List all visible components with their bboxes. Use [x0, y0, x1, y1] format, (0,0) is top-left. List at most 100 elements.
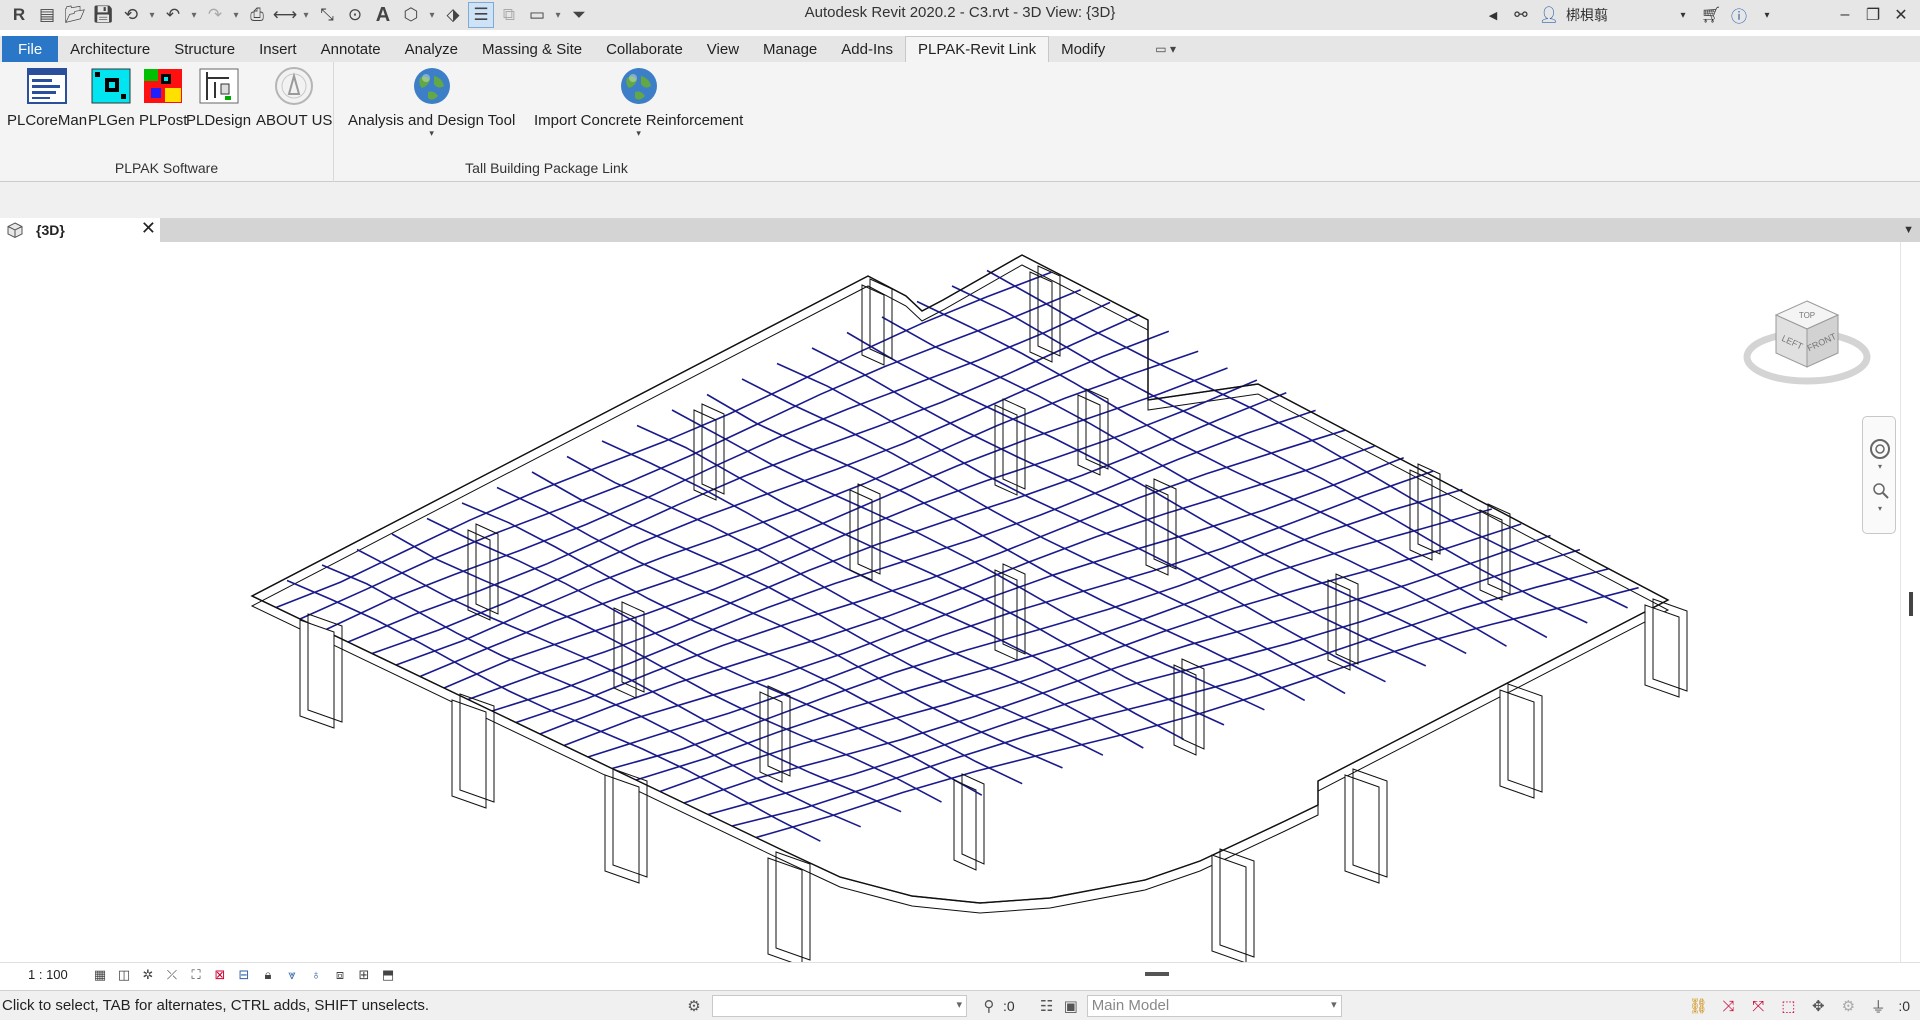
tab-file[interactable]: File — [2, 36, 59, 62]
sun-path-icon[interactable]: ✲ — [138, 966, 158, 984]
text-icon[interactable]: A — [370, 2, 396, 28]
horizontal-scroll-thumb[interactable] — [1145, 972, 1169, 976]
zoom-icon[interactable] — [1873, 483, 1889, 499]
lock-view-icon[interactable]: 🔒︎ — [258, 966, 278, 984]
plpost-button[interactable]: PLPost — [139, 66, 187, 129]
highlight-displacement-icon[interactable]: ⬒ — [378, 966, 398, 984]
infocenter-arrow-icon[interactable]: ◀ — [1482, 2, 1504, 28]
detail-level-icon[interactable]: ▦ — [90, 966, 110, 984]
import-concrete-reinforcement-button[interactable]: Import Concrete Reinforcement ▾ — [534, 66, 743, 138]
dimension-icon[interactable]: ⤡ — [314, 2, 340, 28]
section-icon[interactable]: ⬗ — [440, 2, 466, 28]
print-icon[interactable]: ⎙ — [244, 2, 270, 28]
tab-analyze[interactable]: Analyze — [393, 36, 470, 62]
home-icon[interactable]: ▤ — [34, 2, 60, 28]
user-name[interactable]: 梆梖翦 — [1566, 5, 1666, 25]
steering-wheel-icon[interactable] — [1870, 439, 1890, 459]
select-pinned-icon[interactable]: ⤧ — [1746, 995, 1770, 1017]
design-options-icon[interactable]: ☷ — [1035, 995, 1059, 1017]
tab-add-ins[interactable]: Add-Ins — [829, 36, 905, 62]
vertical-scrollbar[interactable] — [1900, 242, 1920, 962]
visual-style-icon[interactable]: ◫ — [114, 966, 134, 984]
minimize-icon[interactable]: – — [1834, 2, 1856, 28]
switch-windows-dropdown-icon[interactable]: ▾ — [552, 2, 564, 28]
analytical-model-icon[interactable]: ⊞ — [354, 966, 374, 984]
help-dropdown-icon[interactable]: ▾ — [1756, 2, 1778, 28]
select-by-face-icon[interactable]: ⬚ — [1776, 995, 1800, 1017]
tab-plpak-revit-link[interactable]: PLPAK-Revit Link — [904, 36, 1050, 62]
workset-dropdown-icon[interactable]: ▾ — [956, 998, 962, 1011]
ribbon-display-toggle-icon[interactable]: ▭ ▾ — [1117, 36, 1188, 62]
import-concrete-reinforcement-dropdown-icon[interactable]: ▾ — [636, 129, 641, 138]
design-option-dropdown-icon[interactable]: ▾ — [1331, 998, 1337, 1011]
switch-windows-icon[interactable]: ▭ — [524, 2, 550, 28]
viewcube[interactable]: TOP LEFT FRONT — [1740, 295, 1874, 405]
tag-icon[interactable]: ⊙ — [342, 2, 368, 28]
vertical-scroll-thumb[interactable] — [1909, 592, 1913, 616]
tab-collaborate[interactable]: Collaborate — [594, 36, 695, 62]
crop-view-icon[interactable]: ⊠ — [210, 966, 230, 984]
close-window-icon[interactable]: ✕ — [1890, 2, 1912, 28]
open-icon[interactable]: 📂︎ — [62, 2, 88, 28]
globe-icon — [412, 66, 452, 106]
select-links-icon[interactable]: ⛓ — [1686, 995, 1710, 1017]
undo-icon[interactable]: ↶ — [160, 2, 186, 28]
revit-logo[interactable]: R — [6, 2, 32, 28]
tab-structure[interactable]: Structure — [162, 36, 247, 62]
3d-model-view[interactable] — [0, 242, 1900, 962]
redo-dropdown-icon[interactable]: ▾ — [230, 2, 242, 28]
user-icon[interactable]: 👤︎ — [1538, 2, 1560, 28]
view-tabs-menu-icon[interactable]: ▼ — [1903, 224, 1914, 236]
editable-only-icon[interactable]: ⚲ — [977, 995, 1001, 1017]
select-underlay-icon[interactable]: ⤨ — [1716, 995, 1740, 1017]
tab-manage[interactable]: Manage — [751, 36, 829, 62]
panel-tall-building-package-link: Analysis and Design Tool ▾ Import Concre… — [334, 62, 759, 182]
filter-icon[interactable]: ⏚ — [1866, 995, 1890, 1017]
tab-annotate[interactable]: Annotate — [309, 36, 393, 62]
workset-selector[interactable]: ▾ — [712, 994, 967, 1017]
worksets-icon[interactable]: ⚙ — [682, 995, 706, 1017]
save-icon[interactable]: 💾︎ — [90, 2, 116, 28]
binoculars-icon[interactable]: ⚯ — [1510, 2, 1532, 28]
tab-insert[interactable]: Insert — [247, 36, 309, 62]
pldesign-button[interactable]: PLDesign — [186, 66, 251, 129]
analysis-design-tool-button[interactable]: Analysis and Design Tool ▾ — [348, 66, 515, 138]
user-dropdown-icon[interactable]: ▾ — [1672, 2, 1694, 28]
measure-dropdown-icon[interactable]: ▾ — [300, 2, 312, 28]
drawing-canvas[interactable] — [0, 242, 1900, 962]
analysis-design-tool-dropdown-icon[interactable]: ▾ — [429, 129, 434, 138]
tab-modify[interactable]: Modify — [1049, 36, 1117, 62]
close-hidden-icon[interactable]: ⧉ — [496, 2, 522, 28]
help-icon[interactable]: ⓘ — [1728, 2, 1750, 28]
render-icon[interactable]: ⛶ — [186, 966, 206, 984]
plgen-button[interactable]: PLGen — [88, 66, 135, 129]
view-scale[interactable]: 1 : 100 — [28, 967, 90, 982]
cart-icon[interactable]: 🛒︎ — [1700, 2, 1722, 28]
measure-icon[interactable]: ⟷ — [272, 2, 298, 28]
reveal-hidden-icon[interactable]: ♁ — [306, 966, 326, 984]
restore-icon[interactable]: ❐ — [1862, 2, 1884, 28]
sync-dropdown-icon[interactable]: ▾ — [146, 2, 158, 28]
drag-elements-icon[interactable]: ✥ — [1806, 995, 1830, 1017]
close-view-icon[interactable]: ✕ — [141, 218, 156, 239]
tab-view[interactable]: View — [695, 36, 751, 62]
about-us-button[interactable]: ABOUT US — [256, 66, 332, 129]
thin-lines-icon[interactable]: ☰ — [468, 2, 494, 28]
design-option-active-icon[interactable]: ▣ — [1059, 995, 1083, 1017]
tab-massing-site[interactable]: Massing & Site — [470, 36, 594, 62]
3d-view-icon[interactable]: ⬡ — [398, 2, 424, 28]
design-option-selector[interactable]: Main Model ▾ — [1086, 994, 1342, 1017]
temporary-hide-icon[interactable]: ⩔ — [282, 966, 302, 984]
view-tab-3d[interactable]: {3D} ✕ — [0, 218, 160, 242]
undo-dropdown-icon[interactable]: ▾ — [188, 2, 200, 28]
temporary-view-properties-icon[interactable]: ⧈ — [330, 966, 350, 984]
sync-icon[interactable]: ⟲ — [118, 2, 144, 28]
3d-view-dropdown-icon[interactable]: ▾ — [426, 2, 438, 28]
tab-architecture[interactable]: Architecture — [58, 36, 162, 62]
shadows-icon[interactable]: ⤫ — [162, 966, 182, 984]
show-crop-icon[interactable]: ⊟ — [234, 966, 254, 984]
redo-icon[interactable]: ↷ — [202, 2, 228, 28]
plcoreman-button[interactable]: PLCoreMan — [7, 66, 87, 129]
background-processes-icon[interactable]: ⚙ — [1836, 995, 1860, 1017]
customize-icon[interactable]: ⏷ — [566, 2, 592, 28]
